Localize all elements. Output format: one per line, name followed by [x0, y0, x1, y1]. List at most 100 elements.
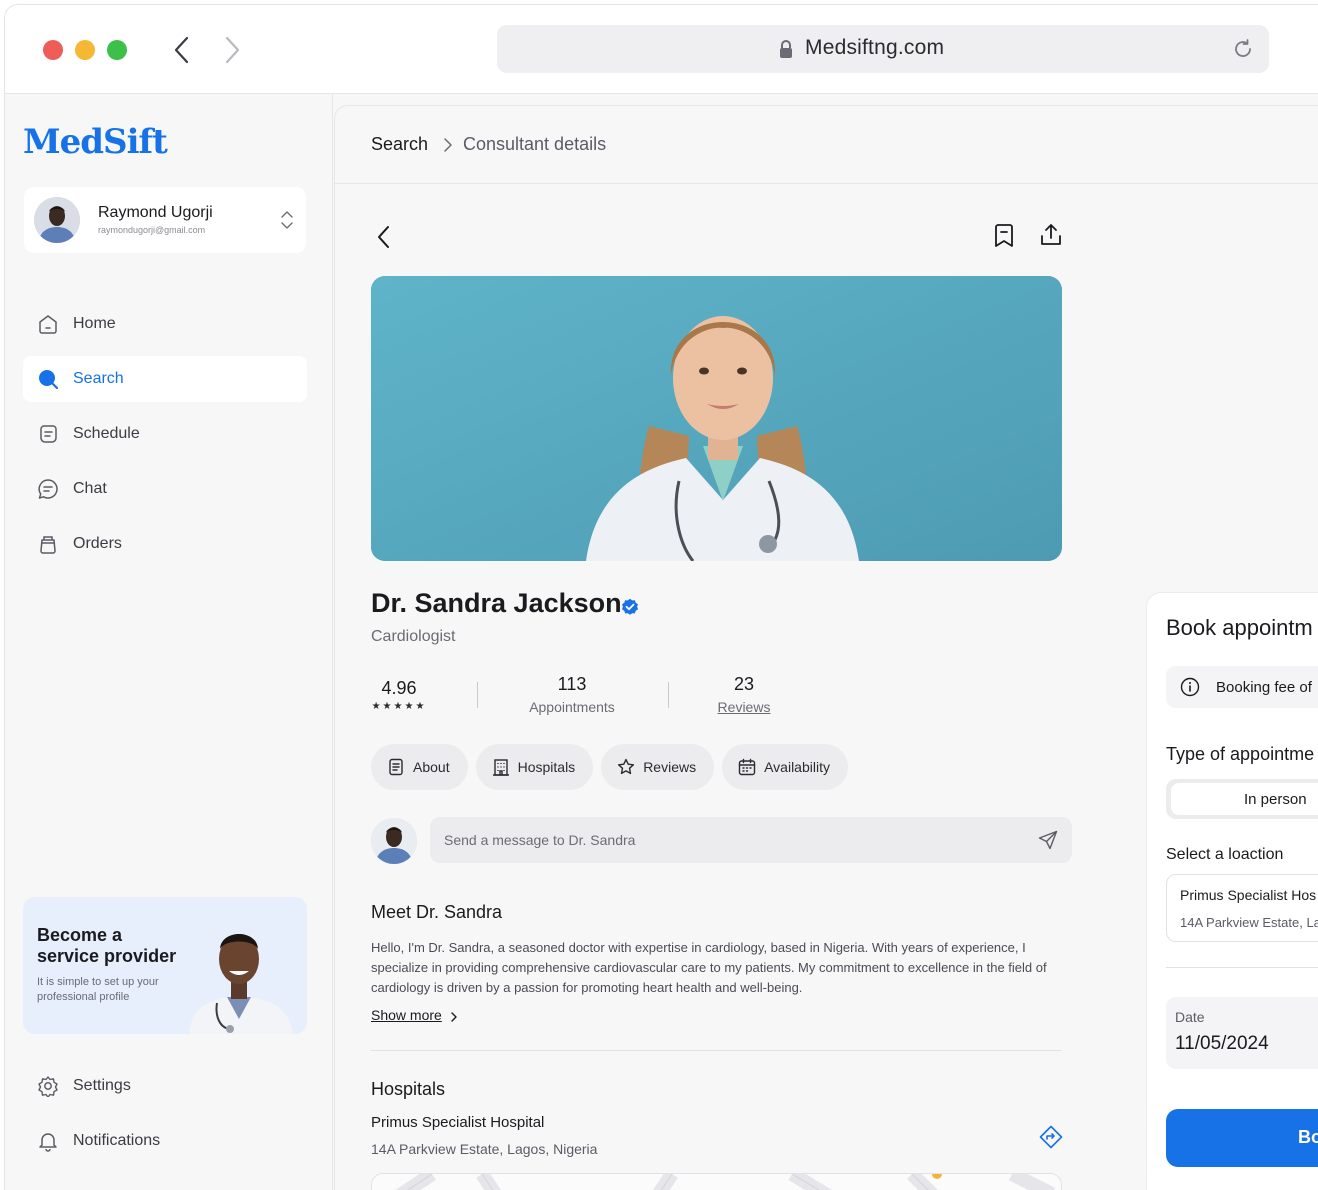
location-select[interactable]: Primus Specialist Hos 14A Parkview Estat… — [1166, 874, 1318, 942]
browser-window: Medsiftng.com MedSift Raymond Ugorji ray… — [4, 4, 1318, 1190]
sidebar-item-schedule[interactable]: Schedule — [23, 411, 307, 457]
rating-stars: ★★★★★ — [371, 701, 427, 712]
sidebar-item-label: Schedule — [73, 425, 140, 442]
secondary-nav: Settings Notifications — [23, 1063, 307, 1173]
tab-reviews[interactable]: Reviews — [601, 744, 715, 790]
provider-illustration — [189, 934, 293, 1034]
sidebar: MedSift Raymond Ugorji raymondugorji@gma… — [5, 94, 333, 1190]
date-label: Date — [1175, 1009, 1205, 1025]
breadcrumb: Search Consultant details — [335, 106, 1318, 184]
browser-toolbar: Medsiftng.com — [5, 5, 1318, 94]
sidebar-item-home[interactable]: Home — [23, 301, 307, 347]
sidebar-item-search[interactable]: Search — [23, 356, 307, 402]
chat-icon — [38, 479, 58, 499]
account-switcher[interactable]: Raymond Ugorji raymondugorji@gmail.com — [24, 187, 306, 253]
user-email: raymondugorji@gmail.com — [98, 225, 206, 235]
doctor-specialty: Cardiologist — [371, 628, 456, 645]
reload-icon[interactable] — [1231, 37, 1255, 61]
reviews-link[interactable]: Reviews — [709, 699, 779, 715]
verified-badge-icon — [622, 598, 638, 615]
bookmark-icon[interactable] — [992, 223, 1016, 249]
tab-label: Availability — [764, 759, 830, 775]
tab-availability[interactable]: Availability — [722, 744, 848, 790]
show-more-link[interactable]: Show more — [371, 1007, 442, 1023]
close-window-button[interactable] — [43, 40, 63, 60]
search-icon — [39, 370, 59, 390]
calendar-icon — [738, 758, 756, 776]
booking-fee-notice: Booking fee of — [1166, 666, 1318, 708]
message-input[interactable]: Send a message to Dr. Sandra — [430, 817, 1072, 863]
doctor-photo — [371, 276, 1062, 561]
section-divider — [371, 1050, 1062, 1051]
send-icon[interactable] — [1038, 830, 1058, 850]
message-placeholder: Send a message to Dr. Sandra — [444, 832, 636, 848]
tab-label: About — [413, 759, 450, 775]
maximize-window-button[interactable] — [107, 40, 127, 60]
lock-icon — [780, 40, 792, 58]
about-title: Meet Dr. Sandra — [371, 902, 503, 922]
appointments-stat: 113 Appointments — [515, 674, 629, 715]
promo-subtitle: It is simple to set up your professional… — [37, 976, 159, 1003]
in-person-label: In person — [1244, 791, 1307, 808]
share-icon[interactable] — [1038, 222, 1064, 248]
rating-value: 4.96 — [381, 678, 417, 698]
schedule-icon — [40, 425, 57, 443]
tab-label: Hospitals — [517, 759, 576, 775]
hospital-map[interactable] — [371, 1173, 1062, 1190]
hospital-address: 14A Parkview Estate, Lagos, Nigeria — [371, 1141, 598, 1157]
tab-hospitals[interactable]: Hospitals — [475, 744, 594, 790]
detail-tabs: About Hospitals Reviews Availability — [371, 744, 856, 790]
date-field[interactable]: Date 11/05/2024 — [1166, 997, 1318, 1069]
breadcrumb-current: Consultant details — [463, 134, 607, 154]
tab-about[interactable]: About — [371, 744, 468, 790]
book-button[interactable]: Boo — [1166, 1109, 1318, 1167]
document-icon — [389, 758, 403, 776]
become-provider-card[interactable]: Become a service provider It is simple t… — [23, 897, 307, 1034]
app-logo[interactable]: MedSift — [23, 122, 168, 162]
building-icon — [492, 759, 509, 776]
chevron-up-down-icon — [281, 211, 293, 229]
browser-back-icon[interactable] — [171, 35, 193, 65]
appointment-type-toggle: In person — [1166, 779, 1318, 819]
stat-divider — [668, 682, 669, 708]
date-value: 11/05/2024 — [1175, 1033, 1269, 1054]
reviews-value: 23 — [733, 674, 755, 694]
sidebar-item-orders[interactable]: Orders — [23, 521, 307, 567]
hospitals-title: Hospitals — [371, 1079, 446, 1099]
location-name: Primus Specialist Hos — [1180, 887, 1317, 903]
browser-forward-icon[interactable] — [221, 35, 243, 65]
breadcrumb-search[interactable]: Search — [371, 134, 428, 155]
sidebar-item-chat[interactable]: Chat — [23, 466, 307, 512]
booking-divider — [1166, 967, 1318, 968]
address-bar[interactable]: Medsiftng.com — [497, 25, 1269, 73]
sidebar-item-label: Chat — [73, 480, 107, 497]
promo-title: Become a service provider — [37, 925, 177, 966]
sidebar-item-notifications[interactable]: Notifications — [23, 1118, 307, 1164]
booking-panel: Book appointm Booking fee of Type of app… — [1147, 593, 1318, 1190]
sidebar-item-label: Search — [73, 370, 124, 387]
bell-icon — [39, 1133, 57, 1152]
minimize-window-button[interactable] — [75, 40, 95, 60]
directions-icon[interactable] — [1039, 1125, 1063, 1149]
home-icon — [39, 315, 57, 334]
reviews-stat[interactable]: 23 Reviews — [709, 674, 779, 715]
stat-divider — [477, 682, 478, 708]
appointments-value: 113 — [557, 674, 587, 694]
booking-fee-text: Booking fee of — [1216, 679, 1312, 696]
hospital-name: Primus Specialist Hospital — [371, 1114, 545, 1131]
doctor-name: Dr. Sandra Jackson — [371, 588, 622, 618]
main-nav: Home Search Schedule Chat Orders — [23, 301, 307, 576]
sidebar-item-label: Orders — [73, 535, 122, 552]
chevron-right-icon — [444, 138, 452, 152]
appointments-label: Appointments — [529, 699, 615, 715]
about-text: Hello, I'm Dr. Sandra, a seasoned doctor… — [371, 940, 1047, 995]
star-icon — [618, 758, 635, 775]
back-arrow-icon[interactable] — [375, 224, 393, 250]
sidebar-item-settings[interactable]: Settings — [23, 1063, 307, 1109]
settings-icon — [38, 1076, 58, 1097]
chevron-right-icon[interactable] — [450, 1010, 458, 1024]
sidebar-item-label: Settings — [73, 1077, 131, 1094]
user-avatar — [34, 197, 80, 243]
location-label: Select a loaction — [1166, 846, 1284, 863]
in-person-option[interactable]: In person — [1171, 783, 1318, 815]
